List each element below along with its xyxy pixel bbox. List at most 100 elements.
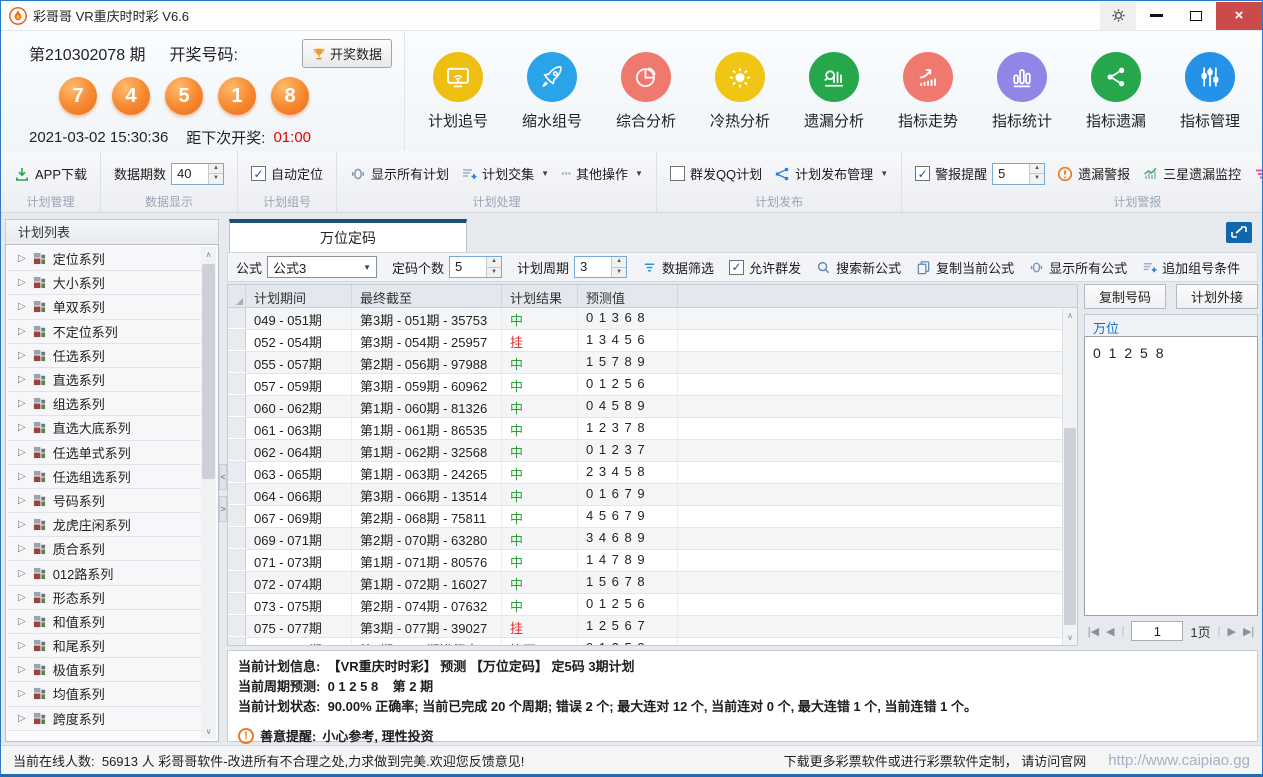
page-next-button[interactable]: ▶ [1227,625,1235,638]
row-marker[interactable] [228,440,246,461]
table-row[interactable]: 062 - 064期第1期 - 062期 - 32568中0 1 2 3 7 [228,440,1062,462]
spin-up-button[interactable]: ▲ [1030,164,1044,175]
sidebar-scrollbar[interactable]: ∧ ∨ [201,247,216,739]
feature-trend-arrow-button[interactable]: 指标走势 [881,52,975,131]
publish-manage-button[interactable]: 计划发布管理 ▼ [774,164,888,183]
col-result[interactable]: 计划结果 [502,285,578,307]
table-row[interactable]: 055 - 057期第2期 - 056期 - 97988中1 5 7 8 9 [228,352,1062,374]
expand-arrow-icon[interactable]: ▷ [18,640,26,651]
data-filter-button[interactable]: 数据筛选 [642,258,714,277]
feature-magnifier-chart-button[interactable]: 遗漏分析 [787,52,881,131]
sidebar-item-6[interactable]: ▷组选系列 [8,392,201,416]
expand-arrow-icon[interactable]: ▷ [18,688,26,699]
sidebar-item-14[interactable]: ▷形态系列 [8,586,201,610]
expand-arrow-icon[interactable]: ▷ [18,592,26,603]
sidebar-item-15[interactable]: ▷和值系列 [8,610,201,634]
row-marker[interactable] [228,594,246,615]
sidebar-item-5[interactable]: ▷直选系列 [8,368,201,392]
cycle-spinner[interactable]: 3 ▲▼ [574,256,627,278]
table-row[interactable]: 060 - 062期第1期 - 060期 - 81326中0 4 5 8 9 [228,396,1062,418]
row-marker[interactable] [228,506,246,527]
maximize-button[interactable] [1176,2,1216,30]
data-periods-value[interactable]: 40 [172,164,208,184]
sidebar-item-12[interactable]: ▷质合系列 [8,537,201,561]
page-last-button[interactable]: ▶| [1243,625,1254,638]
feature-sun-button[interactable]: 冷热分析 [693,52,787,131]
expand-arrow-icon[interactable]: ▷ [18,543,26,554]
cycle-value[interactable]: 3 [575,257,611,277]
table-row[interactable]: 073 - 075期第2期 - 074期 - 07632中0 1 2 5 6 [228,594,1062,616]
col-period[interactable]: 计划期间 [246,285,352,307]
scroll-down-icon[interactable]: ∨ [201,724,216,739]
expand-right-button[interactable]: > [219,496,227,522]
expand-arrow-icon[interactable]: ▷ [18,568,26,579]
threestar-shrink-button[interactable]: 三星缩水+监控 [1253,164,1263,183]
omission-alert-button[interactable]: 遗漏警报 [1057,164,1130,183]
row-marker[interactable] [228,484,246,505]
sidebar-item-1[interactable]: ▷大小系列 [8,271,201,295]
spin-up-button[interactable]: ▲ [487,257,501,268]
override-condition-button[interactable]: 覆盖组号条件 [1255,258,1258,277]
alert-spinner[interactable]: 5 ▲▼ [992,163,1045,185]
show-all-plans-button[interactable]: 显示所有计划 [350,164,449,183]
alert-value[interactable]: 5 [993,164,1029,184]
expand-arrow-icon[interactable]: ▷ [18,422,26,433]
expand-panel-button[interactable] [1226,222,1252,243]
row-marker[interactable] [228,396,246,417]
official-site-link[interactable]: http://www.caipiao.gg [1108,752,1250,769]
scrollbar-thumb[interactable] [1064,428,1076,625]
expand-arrow-icon[interactable]: ▷ [18,713,26,724]
sidebar-splitter[interactable]: < > [219,219,227,742]
feature-share-button[interactable]: 指标遗漏 [1069,52,1163,131]
draw-data-button[interactable]: 开奖数据 [302,39,392,68]
sidebar-item-13[interactable]: ▷012路系列 [8,561,201,585]
sidebar-item-10[interactable]: ▷号码系列 [8,489,201,513]
table-row[interactable]: 057 - 059期第3期 - 059期 - 60962中0 1 2 5 6 [228,374,1062,396]
formula-select[interactable]: 公式3 ▼ [267,256,377,278]
feature-pie-chart-button[interactable]: 综合分析 [599,52,693,131]
append-condition-button[interactable]: 追加组号条件 [1142,258,1240,277]
spin-down-button[interactable]: ▼ [612,268,626,278]
expand-arrow-icon[interactable]: ▷ [18,350,26,361]
row-marker[interactable] [228,572,246,593]
row-marker[interactable] [228,638,246,646]
table-row[interactable]: 078 - 080期第2期 - 079期进行中...等开0 1 2 5 8 [228,638,1062,646]
table-row[interactable]: 049 - 051期第3期 - 051期 - 35753中0 1 3 6 8 [228,308,1062,330]
expand-arrow-icon[interactable]: ▷ [18,253,26,264]
row-marker[interactable] [228,352,246,373]
feature-monitor-wifi-button[interactable]: 计划追号 [411,52,505,131]
expand-arrow-icon[interactable]: ▷ [18,374,26,385]
expand-arrow-icon[interactable]: ▷ [18,664,26,675]
prediction-numbers-box[interactable]: 0 1 2 5 8 [1084,337,1258,616]
table-row[interactable]: 064 - 066期第3期 - 066期 - 13514中0 1 6 7 9 [228,484,1062,506]
sidebar-item-9[interactable]: ▷任选组选系列 [8,465,201,489]
sidebar-item-8[interactable]: ▷任选单式系列 [8,441,201,465]
expand-arrow-icon[interactable]: ▷ [18,277,26,288]
expand-arrow-icon[interactable]: ▷ [18,398,26,409]
feature-bar-chart-button[interactable]: 指标统计 [975,52,1069,131]
row-marker[interactable] [228,462,246,483]
table-row[interactable]: 069 - 071期第2期 - 070期 - 63280中3 4 6 8 9 [228,528,1062,550]
feature-rocket-button[interactable]: 缩水组号 [505,52,599,131]
feature-sliders-button[interactable]: 指标管理 [1163,52,1257,131]
sidebar-item-2[interactable]: ▷单双系列 [8,295,201,319]
sidebar-item-18[interactable]: ▷均值系列 [8,682,201,706]
page-prev-button[interactable]: ◀ [1106,625,1114,638]
alert-reminder-checkbox[interactable]: ✓ [915,166,930,181]
sidebar-item-19[interactable]: ▷跨度系列 [8,707,201,731]
collapse-left-button[interactable]: < [219,464,227,490]
search-formula-button[interactable]: 搜索新公式 [816,258,901,277]
scrollbar-thumb[interactable] [202,264,215,479]
spin-down-button[interactable]: ▼ [1030,174,1044,184]
code-count-spinner[interactable]: 5 ▲▼ [449,256,502,278]
sidebar-item-7[interactable]: ▷直选大底系列 [8,416,201,440]
row-marker[interactable] [228,616,246,637]
row-marker[interactable] [228,308,246,329]
data-periods-spinner[interactable]: 40 ▲▼ [171,163,224,185]
settings-button[interactable] [1100,2,1136,30]
app-download-button[interactable]: APP下载 [14,164,87,183]
expand-arrow-icon[interactable]: ▷ [18,519,26,530]
table-row[interactable]: 071 - 073期第1期 - 071期 - 80576中1 4 7 8 9 [228,550,1062,572]
plan-external-button[interactable]: 计划外接 [1176,284,1258,309]
threestar-monitor-button[interactable]: 三星遗漏监控 [1142,164,1241,183]
